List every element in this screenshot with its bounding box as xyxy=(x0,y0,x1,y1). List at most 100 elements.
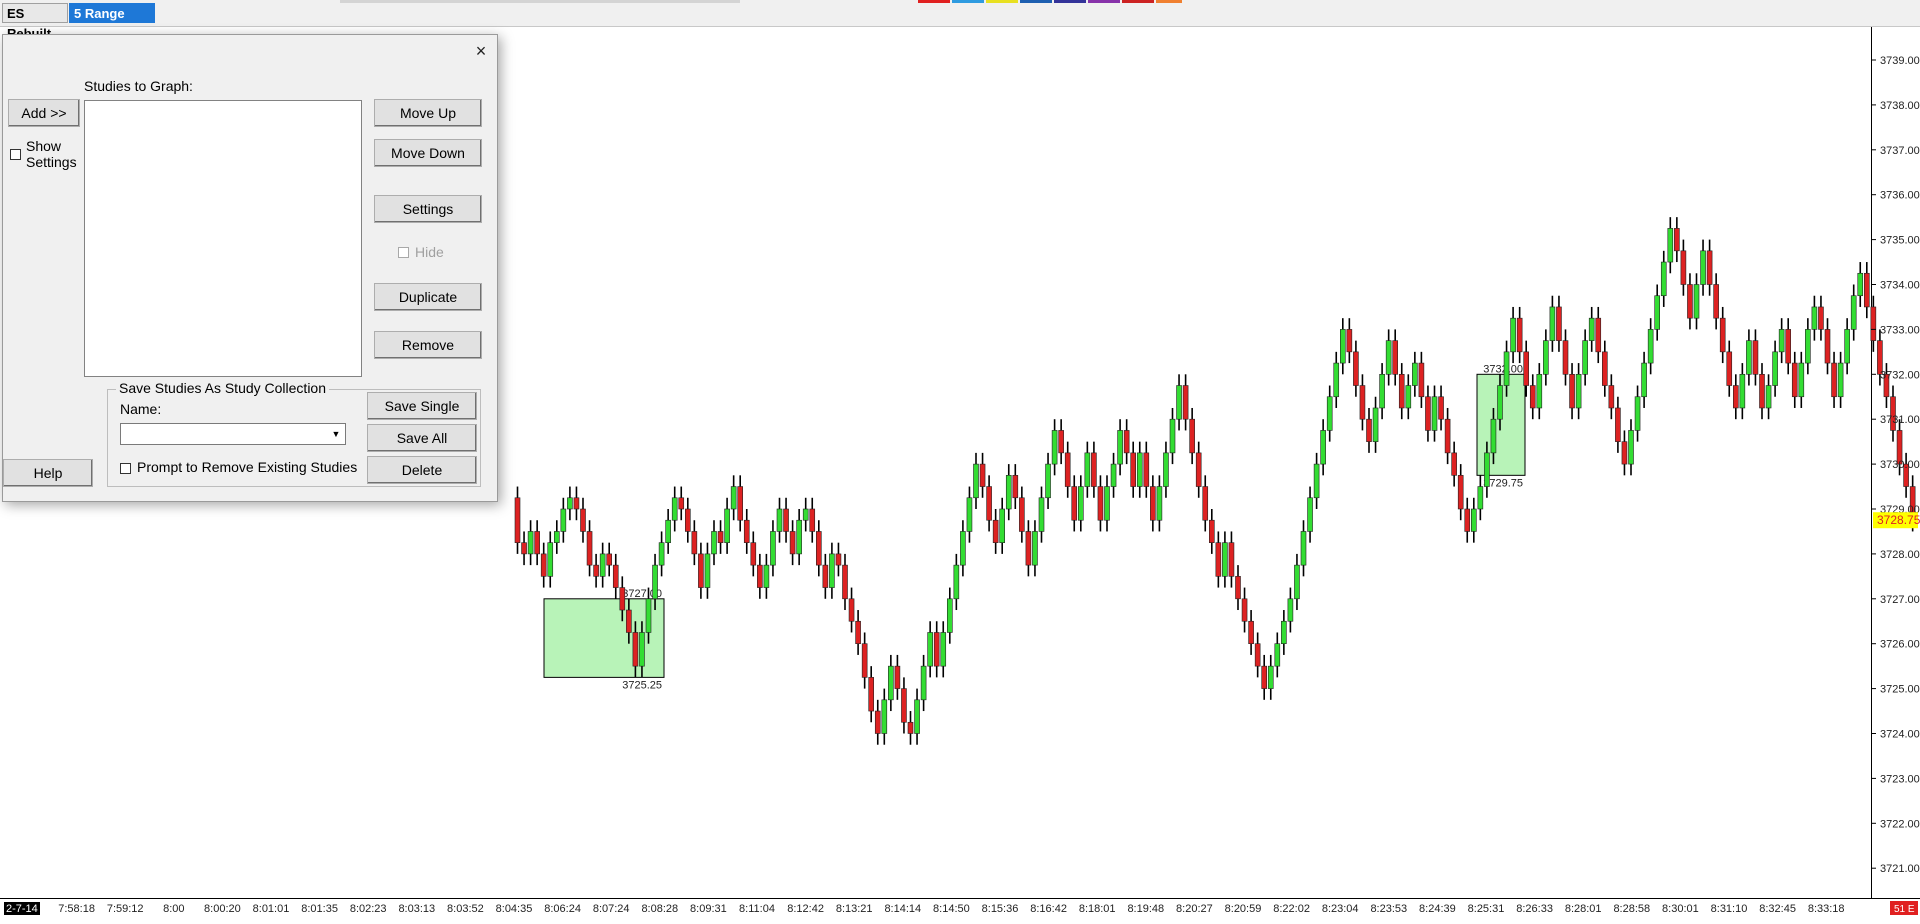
candle-bearish xyxy=(586,531,593,566)
price-tick-label: 3726.00 xyxy=(1880,639,1920,651)
candle-bearish xyxy=(1064,452,1071,487)
candle-bearish xyxy=(534,531,540,555)
candle-bullish xyxy=(1294,564,1300,600)
tab-chart-name[interactable]: ES Rebuilt xyxy=(2,3,68,41)
candle-bearish xyxy=(848,598,855,622)
candle-bearish xyxy=(1215,542,1222,577)
candle-bullish xyxy=(763,564,770,588)
candle-bearish xyxy=(1608,385,1615,409)
price-tick-label: 3722.00 xyxy=(1880,818,1920,830)
candle-bullish xyxy=(1169,418,1176,454)
candle-bearish xyxy=(514,497,521,543)
candle-bearish xyxy=(1523,351,1529,386)
candle-bearish xyxy=(1516,317,1523,353)
time-tick-label: 8:06:24 xyxy=(544,903,581,915)
candle-bullish xyxy=(1320,430,1326,465)
candle-bullish xyxy=(1117,430,1123,465)
remove-button[interactable]: Remove xyxy=(374,331,482,359)
candle-bearish xyxy=(1254,643,1261,667)
candle-bearish xyxy=(1261,665,1267,689)
save-single-button[interactable]: Save Single xyxy=(367,392,477,420)
add-button[interactable]: Add >> xyxy=(8,99,80,127)
candle-bullish xyxy=(665,519,671,543)
color-swatch-darkred[interactable] xyxy=(1122,0,1154,3)
candle-bearish xyxy=(1719,317,1726,353)
color-swatch-red[interactable] xyxy=(918,0,950,3)
candle-bearish xyxy=(1195,452,1202,487)
candle-bearish xyxy=(1392,340,1398,375)
settings-button[interactable]: Settings xyxy=(374,195,482,223)
candle-bullish xyxy=(1431,396,1438,431)
candle-bearish xyxy=(1464,508,1471,532)
tab-chart-type[interactable]: 5 Range Chart xyxy=(69,3,155,41)
candle-bullish xyxy=(946,598,953,633)
candle-bearish xyxy=(986,486,992,521)
candle-bearish xyxy=(606,553,613,566)
candle-bullish xyxy=(1798,362,1805,398)
candle-bullish xyxy=(1340,329,1346,364)
time-tick-label: 8:18:01 xyxy=(1079,903,1116,915)
color-swatch-blue[interactable] xyxy=(952,0,984,3)
candle-bearish xyxy=(1602,351,1608,386)
candle-bullish xyxy=(1274,643,1281,667)
price-tick-label: 3733.00 xyxy=(1880,324,1920,336)
candle-bearish xyxy=(1864,272,1870,308)
price-tick-label: 3728.00 xyxy=(1880,549,1920,561)
time-tick-label: 8:20:27 xyxy=(1176,903,1213,915)
candle-bullish xyxy=(1313,463,1320,499)
show-settings-checkbox[interactable] xyxy=(10,149,21,160)
candle-bullish xyxy=(881,699,888,734)
move-down-button[interactable]: Move Down xyxy=(374,139,482,167)
price-tick-label: 3730.00 xyxy=(1880,459,1920,471)
candle-bullish xyxy=(567,497,573,510)
candle-bearish xyxy=(1123,430,1130,454)
candle-bearish xyxy=(933,632,940,667)
collection-name-combobox[interactable]: ▼ xyxy=(120,423,346,445)
price-tick-label: 3732.00 xyxy=(1880,369,1920,381)
color-swatch-purple[interactable] xyxy=(1088,0,1120,3)
save-all-button[interactable]: Save All xyxy=(367,424,477,452)
hide-checkbox[interactable] xyxy=(398,247,409,258)
time-tick-label: 8:09:31 xyxy=(690,903,727,915)
candle-bullish xyxy=(1038,497,1045,532)
price-tick-label: 3737.00 xyxy=(1880,145,1920,157)
candle-bearish xyxy=(979,463,986,487)
time-tick-label: 8:02:23 xyxy=(350,903,387,915)
candle-bullish xyxy=(1660,261,1667,297)
corner-marker: 51 E xyxy=(1890,901,1918,915)
prompt-remove-checkbox[interactable] xyxy=(120,463,131,474)
chevron-down-icon[interactable]: ▼ xyxy=(327,424,345,444)
time-tick-label: 8:11:04 xyxy=(739,903,775,915)
candle-bullish xyxy=(547,542,554,577)
help-button[interactable]: Help xyxy=(3,459,93,487)
candle-bearish xyxy=(907,721,914,734)
time-tick-label: 8:15:36 xyxy=(982,903,1019,915)
candle-bearish xyxy=(1097,486,1104,521)
color-swatch-indigo[interactable] xyxy=(1054,0,1086,3)
candle-bearish xyxy=(717,531,724,543)
show-settings-label: Show Settings xyxy=(26,138,77,170)
candle-bullish xyxy=(1110,463,1117,487)
duplicate-button[interactable]: Duplicate xyxy=(374,283,482,311)
zone-bottom-label: 3725.25 xyxy=(622,679,662,691)
time-tick-label: 8:12:42 xyxy=(787,903,824,915)
delete-button[interactable]: Delete xyxy=(367,456,477,484)
candle-bearish xyxy=(1529,385,1536,409)
move-up-button[interactable]: Move Up xyxy=(374,99,482,127)
color-swatch-yellow[interactable] xyxy=(986,0,1018,3)
candle-bearish xyxy=(1713,284,1719,319)
studies-list[interactable] xyxy=(84,100,362,377)
color-swatch-orange[interactable] xyxy=(1156,0,1182,3)
color-swatch-navy[interactable] xyxy=(1020,0,1052,3)
close-icon[interactable]: × xyxy=(469,39,493,63)
candle-bullish xyxy=(770,531,776,566)
candle-bearish xyxy=(1824,329,1831,364)
price-tick-label: 3734.00 xyxy=(1880,280,1920,292)
hide-label: Hide xyxy=(415,244,444,260)
candle-bearish xyxy=(1726,351,1733,386)
candle-bearish xyxy=(521,542,527,555)
save-collection-title: Save Studies As Study Collection xyxy=(116,380,330,396)
candle-bearish xyxy=(1733,385,1739,409)
time-tick-label: 8:16:42 xyxy=(1030,903,1067,915)
candle-bearish xyxy=(743,519,750,543)
